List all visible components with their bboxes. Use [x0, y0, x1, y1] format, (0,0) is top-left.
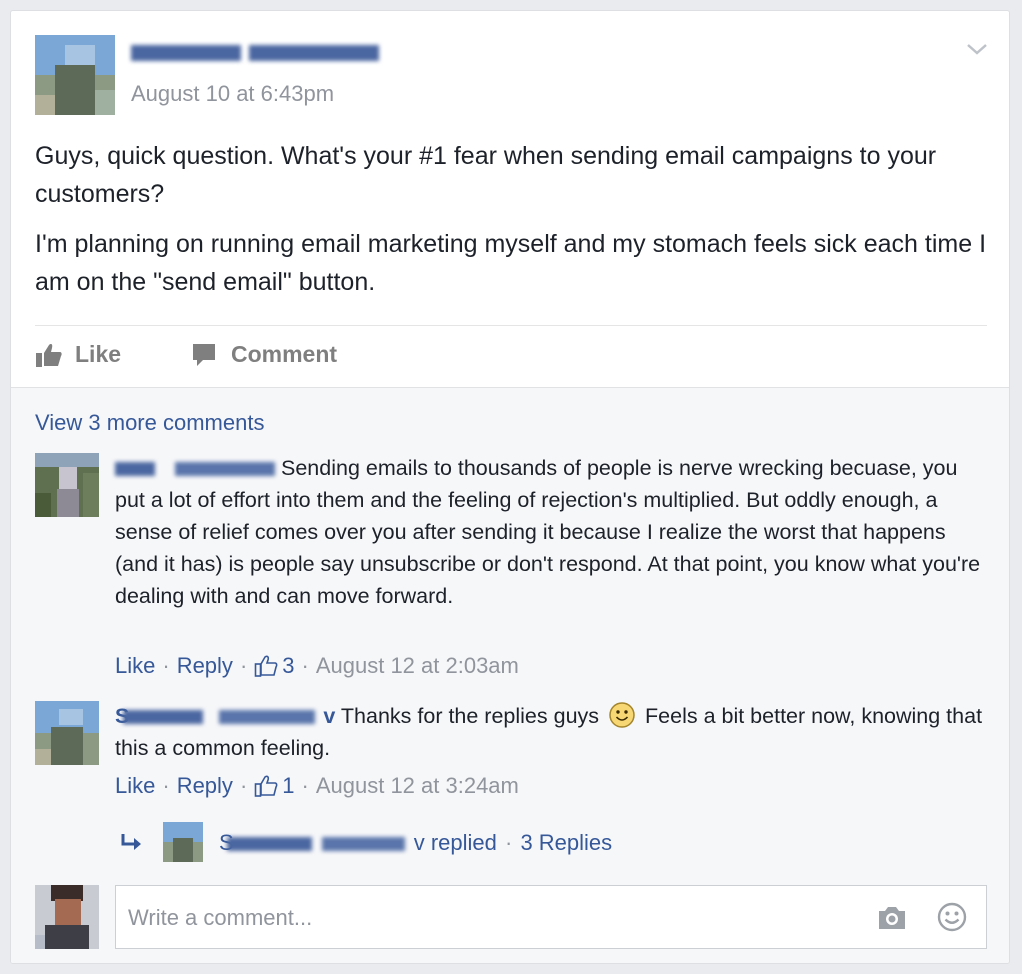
- comment-like-count[interactable]: 1: [282, 773, 294, 799]
- comment-text-part-1: Thanks for the replies guys: [340, 704, 600, 728]
- post-timestamp[interactable]: August 10 at 6:43pm: [131, 81, 334, 107]
- camera-icon[interactable]: [876, 904, 908, 932]
- thumbs-up-outline-icon: [254, 654, 278, 678]
- comment-meta: Like · Reply · 1 · August 12 at 3:24am: [115, 773, 519, 799]
- replied-label: replied: [430, 830, 497, 855]
- like-action-button[interactable]: Like: [35, 341, 121, 368]
- comment-avatar[interactable]: [35, 701, 99, 765]
- replies-count: 3 Replies: [520, 830, 613, 855]
- comment-timestamp[interactable]: August 12 at 2:03am: [316, 653, 519, 679]
- comments-section: View 3 more comments Sending emails to t…: [11, 387, 1009, 963]
- comment-reply-link[interactable]: Reply: [177, 653, 233, 679]
- view-more-comments-link[interactable]: View 3 more comments: [35, 410, 264, 436]
- view-replies-link[interactable]: Sv replied · 3 Replies: [219, 830, 612, 856]
- replier-name-final: v: [413, 830, 425, 855]
- current-user-avatar[interactable]: [35, 885, 99, 949]
- smiley-emoji-icon: [609, 702, 635, 728]
- author-name-redacted[interactable]: [131, 41, 381, 63]
- commenter-name-redacted[interactable]: [123, 708, 315, 726]
- post-paragraph-1: Guys, quick question. What's your #1 fea…: [35, 142, 937, 208]
- replier-name-redacted: [227, 836, 405, 852]
- comment-body: Sending emails to thousands of people is…: [115, 452, 985, 612]
- like-action-label: Like: [75, 341, 122, 367]
- comment-meta: Like · Reply · 3 · August 12 at 2:03am: [115, 653, 519, 679]
- comment-like-count[interactable]: 3: [282, 653, 294, 679]
- comment-action-label: Comment: [231, 341, 338, 367]
- comment-input-placeholder: Write a comment...: [128, 905, 313, 930]
- comment-input[interactable]: Write a comment...: [115, 885, 987, 949]
- comment-action-button[interactable]: Comment: [191, 341, 337, 368]
- reply-avatar[interactable]: [163, 822, 203, 862]
- thumbs-up-icon: [35, 342, 63, 368]
- author-avatar[interactable]: [35, 35, 115, 115]
- comment-body: Sv Thanks for the replies guys Feels a b…: [115, 700, 985, 764]
- post-paragraph-2: I'm planning on running email marketing …: [35, 230, 987, 296]
- comment-like-link[interactable]: Like: [115, 773, 155, 799]
- comment-timestamp[interactable]: August 12 at 3:24am: [316, 773, 519, 799]
- reply-arrow-icon: [119, 832, 145, 854]
- comment-reply-link[interactable]: Reply: [177, 773, 233, 799]
- commenter-name-redacted[interactable]: [115, 460, 275, 478]
- comment-avatar[interactable]: [35, 453, 99, 517]
- divider: [35, 325, 987, 326]
- commenter-name-final[interactable]: v: [323, 704, 335, 728]
- chevron-down-icon[interactable]: [965, 37, 989, 61]
- emoji-smiley-icon[interactable]: [936, 901, 968, 933]
- thumbs-up-outline-icon: [254, 774, 278, 798]
- speech-bubble-icon: [191, 342, 217, 368]
- post-card: August 10 at 6:43pm Guys, quick question…: [10, 10, 1010, 964]
- comment-like-link[interactable]: Like: [115, 653, 155, 679]
